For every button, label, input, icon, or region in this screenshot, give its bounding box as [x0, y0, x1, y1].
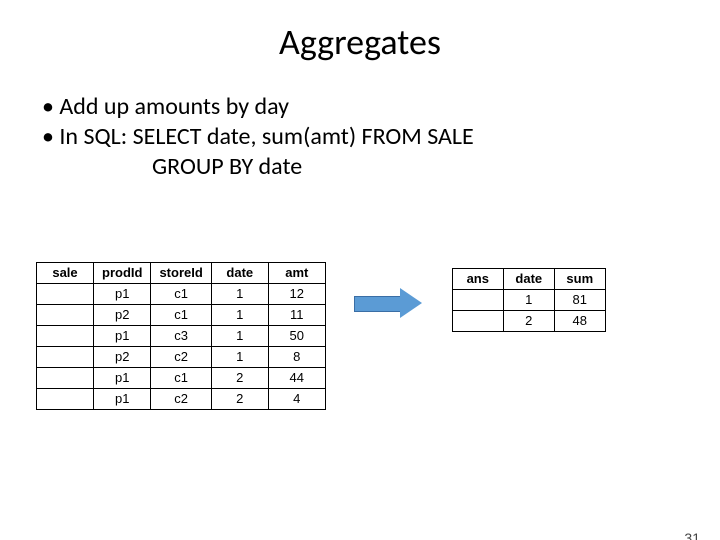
sale-label: sale [37, 263, 94, 284]
ans-block: ans date sum 181 248 [452, 268, 606, 332]
bullet-2-cont: GROUP BY date [152, 152, 720, 182]
table-row: p2c1111 [37, 305, 326, 326]
table-header-row: ans date sum [452, 269, 605, 290]
bullet-1: • Add up amounts by day [42, 92, 720, 122]
table-header-row: sale prodId storeId date amt [37, 263, 326, 284]
col-date: date [503, 269, 554, 290]
col-sum: sum [554, 269, 605, 290]
col-prodid: prodId [94, 263, 151, 284]
table-row: p1c1112 [37, 284, 326, 305]
col-storeid: storeId [151, 263, 211, 284]
ans-table: ans date sum 181 248 [452, 268, 606, 332]
table-row: p2c218 [37, 347, 326, 368]
bullet-list: • Add up amounts by day • In SQL: SELECT… [42, 92, 720, 182]
bullet-2: • In SQL: SELECT date, sum(amt) FROM SAL… [42, 122, 720, 152]
table-row: 248 [452, 311, 605, 332]
table-row: p1c224 [37, 389, 326, 410]
slide-title: Aggregates [0, 20, 720, 64]
col-amt: amt [268, 263, 325, 284]
sale-table: sale prodId storeId date amt p1c1112 p2c… [36, 262, 326, 410]
col-date: date [211, 263, 268, 284]
tables-row: sale prodId storeId date amt p1c1112 p2c… [36, 262, 684, 410]
arrow-icon [354, 288, 424, 318]
slide: Aggregates • Add up amounts by day • In … [0, 20, 720, 540]
table-row: 181 [452, 290, 605, 311]
table-row: p1c3150 [37, 326, 326, 347]
ans-label: ans [452, 269, 503, 290]
table-row: p1c1244 [37, 368, 326, 389]
page-number: 31 [684, 530, 700, 540]
